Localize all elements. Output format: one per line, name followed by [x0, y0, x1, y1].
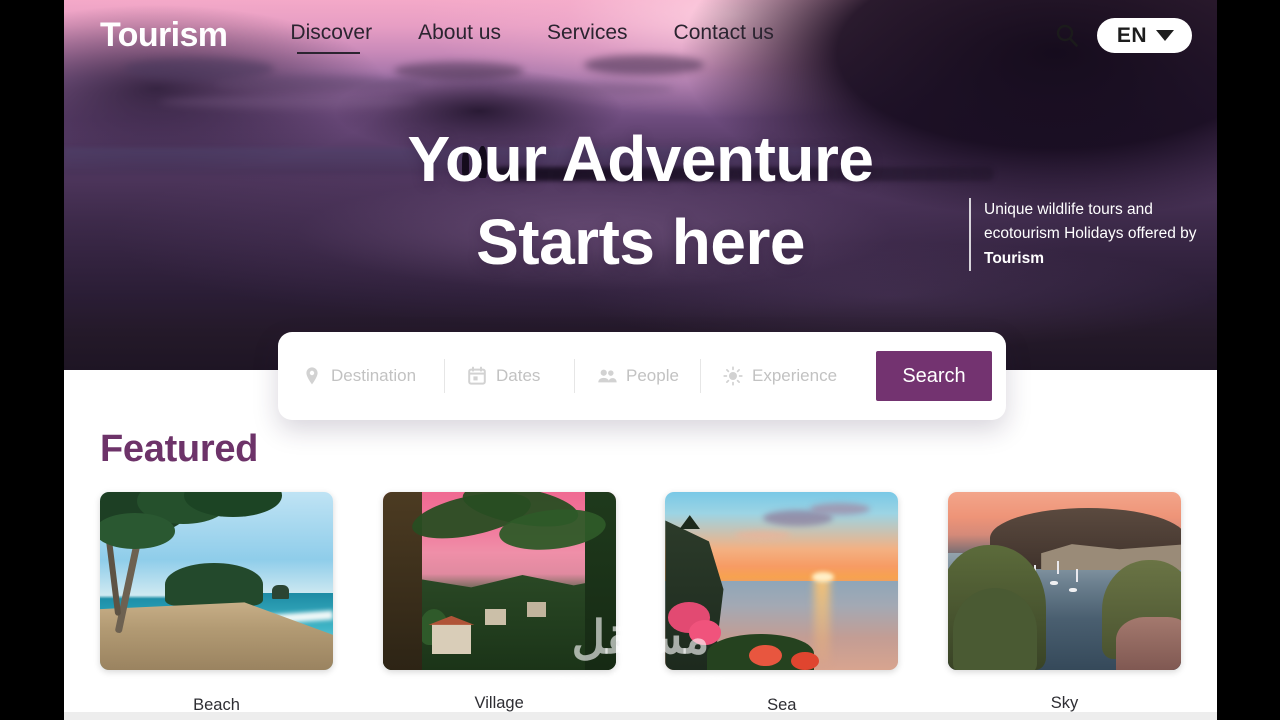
search-field-destination[interactable]: Destination: [302, 359, 422, 393]
nav-right-actions: EN: [1053, 17, 1192, 53]
featured-card-label: Sky: [1050, 694, 1079, 712]
sun-icon: [723, 366, 743, 386]
calendar-icon: [468, 366, 486, 385]
featured-card-label: Sea: [767, 696, 797, 714]
featured-card-beach[interactable]: Beach: [100, 492, 333, 715]
featured-card-thumbnail[interactable]: [947, 492, 1181, 670]
cloud-shape: [494, 82, 674, 96]
nav-link-about-us[interactable]: About us: [418, 21, 501, 50]
sky-photo: [947, 492, 1181, 670]
featured-card-village[interactable]: Village: [382, 492, 616, 715]
language-selector-value: EN: [1116, 23, 1147, 47]
nav-link-services[interactable]: Services: [547, 21, 628, 50]
search-field-dates[interactable]: Dates: [444, 359, 552, 393]
featured-card-label: Village: [474, 694, 524, 712]
tourism-landing-page: Tourism Discover About us Services Conta…: [64, 0, 1217, 720]
featured-card-thumbnail[interactable]: [100, 492, 333, 670]
search-field-dates-placeholder: Dates: [496, 366, 541, 385]
search-field-experience-placeholder: Experience: [752, 366, 838, 385]
featured-card-thumbnail[interactable]: [382, 492, 616, 670]
hero-section: Tourism Discover About us Services Conta…: [64, 0, 1217, 370]
hero-headline-line1: Your Adventure: [407, 123, 874, 195]
sea-photo: [665, 492, 899, 670]
hero-tagline: Unique wildlife tours and ecotourism Hol…: [969, 198, 1217, 272]
top-navigation-bar: Tourism Discover About us Services Conta…: [64, 0, 1217, 70]
letterbox-left: [0, 0, 64, 720]
search-panel: Destination Dates People Experience Sear…: [278, 332, 1006, 420]
people-icon: [598, 369, 617, 383]
beach-photo: [100, 492, 333, 670]
site-logo[interactable]: Tourism: [100, 18, 228, 52]
hero-tagline-brand: Tourism: [984, 249, 1044, 267]
nav-links: Discover About us Services Contact us: [290, 21, 774, 54]
featured-card-thumbnail[interactable]: [665, 492, 899, 670]
cloud-shape: [214, 76, 424, 92]
screen: Tourism Discover About us Services Conta…: [0, 0, 1280, 720]
language-selector[interactable]: EN: [1096, 17, 1192, 53]
featured-card-sea[interactable]: Sea: [665, 492, 899, 715]
village-photo: [382, 492, 616, 670]
chevron-down-icon: [1156, 29, 1174, 41]
search-icon[interactable]: [1053, 21, 1081, 49]
cloud-shape: [159, 96, 419, 108]
featured-card-label: Beach: [193, 696, 240, 714]
featured-heading: Featured: [100, 428, 259, 470]
featured-card-list: Beach Village Sea Sky: [100, 492, 1181, 715]
search-field-destination-placeholder: Destination: [331, 366, 417, 385]
featured-card-sky[interactable]: Sky: [947, 492, 1181, 715]
search-field-people[interactable]: People: [574, 359, 679, 393]
nav-link-discover[interactable]: Discover: [290, 21, 372, 54]
nav-link-contact-us[interactable]: Contact us: [674, 21, 774, 50]
map-pin-icon: [306, 367, 318, 385]
hero-tagline-text: Unique wildlife tours and ecotourism Hol…: [984, 201, 1197, 243]
letterbox-right: [1217, 0, 1280, 720]
search-submit-button[interactable]: Search: [876, 351, 992, 401]
search-field-people-placeholder: People: [626, 366, 679, 385]
search-field-experience[interactable]: Experience: [700, 359, 837, 393]
